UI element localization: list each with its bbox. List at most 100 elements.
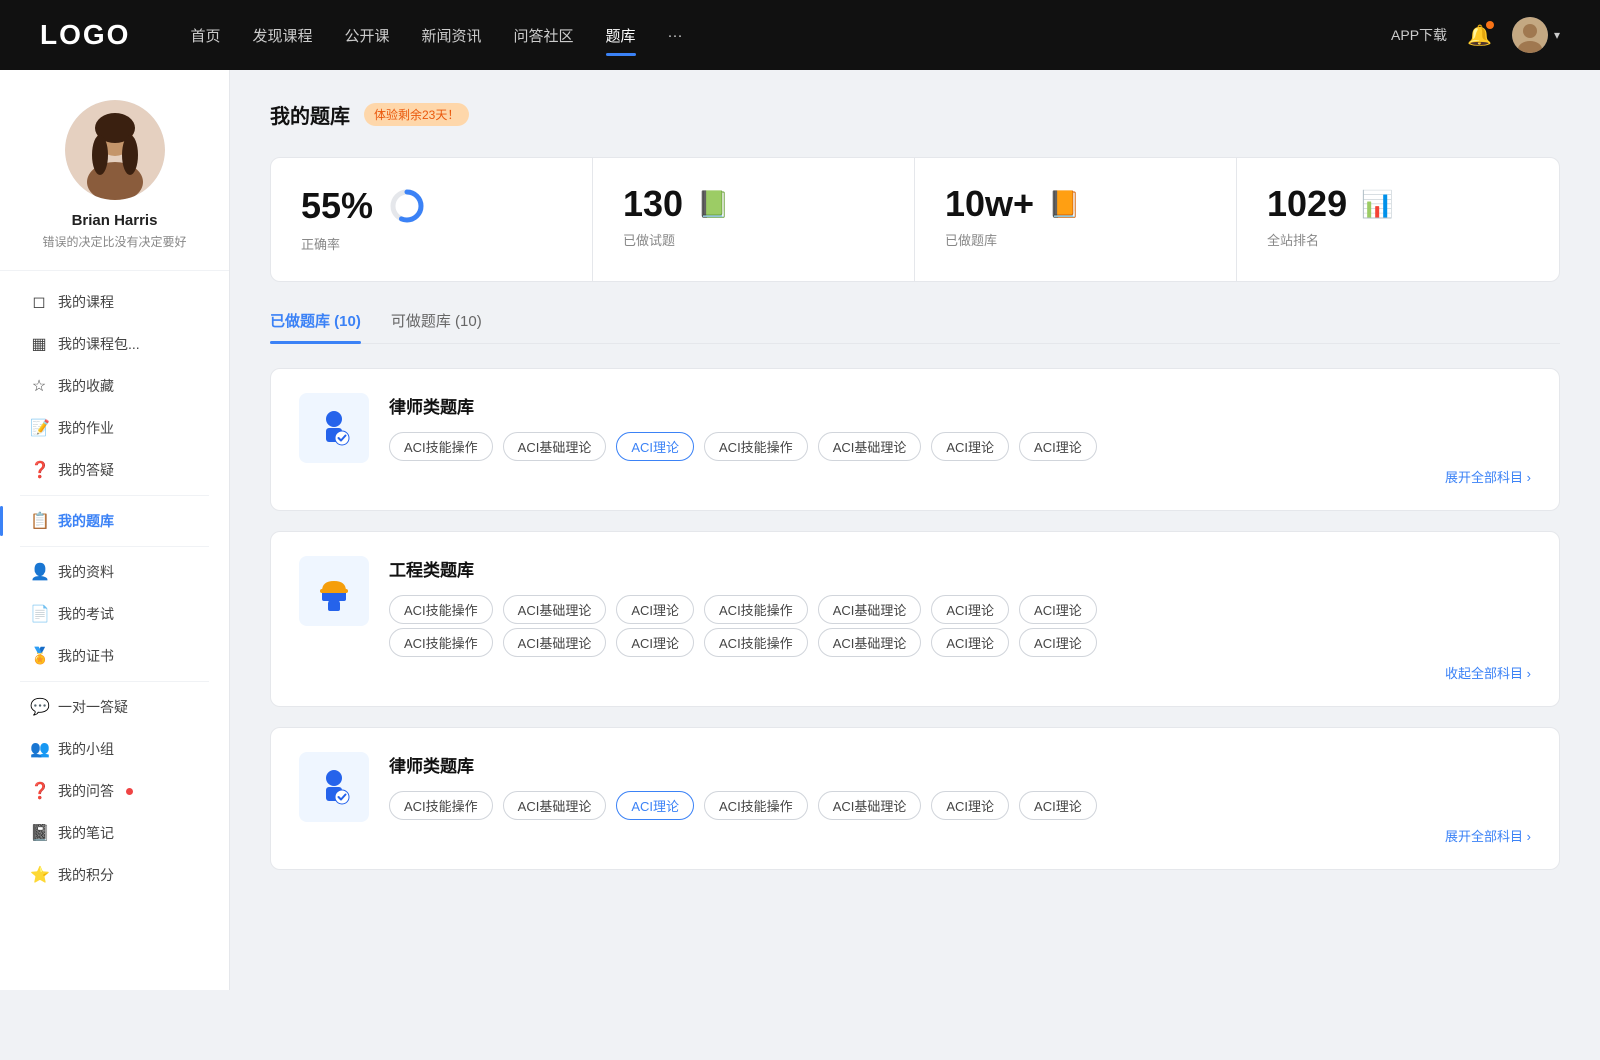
star-icon: ☆ [30, 376, 48, 396]
tag-2b-6[interactable]: ACI理论 [1019, 628, 1097, 657]
tag-1-5[interactable]: ACI理论 [931, 432, 1009, 461]
tag-3-5[interactable]: ACI理论 [931, 791, 1009, 820]
logo[interactable]: LOGO [40, 19, 130, 51]
tag-2a-4[interactable]: ACI基础理论 [818, 595, 922, 624]
tag-2b-3[interactable]: ACI技能操作 [704, 628, 808, 657]
divider-1 [20, 495, 209, 496]
tag-3-2[interactable]: ACI理论 [616, 791, 694, 820]
nav-more[interactable]: ··· [668, 23, 683, 48]
sidebar-item-points[interactable]: ⭐ 我的积分 [0, 854, 229, 896]
tag-2a-0[interactable]: ACI技能操作 [389, 595, 493, 624]
nav-qa[interactable]: 问答社区 [514, 21, 574, 50]
sidebar-item-notes[interactable]: 📓 我的笔记 [0, 812, 229, 854]
sidebar-item-profile[interactable]: 👤 我的资料 [0, 551, 229, 593]
tabs: 已做题库 (10) 可做题库 (10) [270, 310, 1560, 344]
sidebar-label-my-courses: 我的课程 [58, 292, 114, 312]
tab-done-banks[interactable]: 已做题库 (10) [270, 310, 361, 343]
tag-3-1[interactable]: ACI基础理论 [503, 791, 607, 820]
sidebar-item-question-bank[interactable]: 📋 我的题库 [0, 500, 229, 542]
lawyer-icon-wrap-3 [299, 752, 369, 822]
tag-2a-1[interactable]: ACI基础理论 [503, 595, 607, 624]
tag-3-3[interactable]: ACI技能操作 [704, 791, 808, 820]
subject-header-2: 工程类题库 ACI技能操作 ACI基础理论 ACI理论 ACI技能操作 ACI基… [299, 556, 1531, 682]
sidebar-label-tutoring: 一对一答疑 [58, 697, 128, 717]
tag-1-6[interactable]: ACI理论 [1019, 432, 1097, 461]
sidebar-label-my-qa: 我的问答 [58, 781, 114, 801]
tag-1-4[interactable]: ACI基础理论 [818, 432, 922, 461]
main-content: 我的题库 体验剩余23天！ 55% 正确率 [230, 70, 1600, 990]
sidebar-item-course-packages[interactable]: ▦ 我的课程包... [0, 323, 229, 365]
tag-3-0[interactable]: ACI技能操作 [389, 791, 493, 820]
app-download-link[interactable]: APP下载 [1391, 25, 1447, 45]
rank-label: 全站排名 [1267, 230, 1529, 249]
nav-courses[interactable]: 发现课程 [252, 21, 312, 50]
tag-3-4[interactable]: ACI基础理论 [818, 791, 922, 820]
tag-2b-4[interactable]: ACI基础理论 [818, 628, 922, 657]
tag-2b-5[interactable]: ACI理论 [931, 628, 1009, 657]
stat-done-banks: 10w+ 📙 已做题库 [915, 158, 1237, 281]
group-icon: 👥 [30, 739, 48, 759]
sidebar-label-points: 我的积分 [58, 865, 114, 885]
stat-top-done-q: 130 📗 [623, 186, 884, 222]
user-name: Brian Harris [72, 212, 158, 229]
sidebar-label-question-bank: 我的题库 [58, 511, 114, 531]
exam-icon: 📄 [30, 604, 48, 624]
tag-1-2[interactable]: ACI理论 [616, 432, 694, 461]
notes-icon: 📓 [30, 823, 48, 843]
sidebar-item-my-qa[interactable]: ❓ 我的问答 [0, 770, 229, 812]
tags-row-1: ACI技能操作 ACI基础理论 ACI理论 ACI技能操作 ACI基础理论 AC… [389, 432, 1531, 461]
subject-header-1: 律师类题库 ACI技能操作 ACI基础理论 ACI理论 ACI技能操作 ACI基… [299, 393, 1531, 486]
sidebar-label-groups: 我的小组 [58, 739, 114, 759]
nav-question-bank[interactable]: 题库 [606, 21, 636, 50]
done-banks-value: 10w+ [945, 186, 1034, 222]
nav-open-courses[interactable]: 公开课 [344, 21, 389, 50]
user-motto: 错误的决定比没有决定要好 [42, 233, 186, 250]
tag-2a-3[interactable]: ACI技能操作 [704, 595, 808, 624]
sidebar-item-homework[interactable]: 📝 我的作业 [0, 407, 229, 449]
lawyer-icon-wrap-1 [299, 393, 369, 463]
collapse-link-2[interactable]: 收起全部科目 › [389, 663, 1531, 682]
nav-news[interactable]: 新闻资讯 [422, 21, 482, 50]
expand-link-3[interactable]: 展开全部科目 › [389, 826, 1531, 845]
tab-available-banks[interactable]: 可做题库 (10) [391, 310, 482, 343]
subject-body-1: 律师类题库 ACI技能操作 ACI基础理论 ACI理论 ACI技能操作 ACI基… [389, 393, 1531, 486]
stats-row: 55% 正确率 130 📗 已做试题 [270, 157, 1560, 282]
tag-2b-0[interactable]: ACI技能操作 [389, 628, 493, 657]
lawyer-icon-3 [312, 765, 356, 809]
sidebar-item-certificate[interactable]: 🏅 我的证书 [0, 635, 229, 677]
divider-3 [20, 681, 209, 682]
done-questions-value: 130 [623, 186, 683, 222]
sidebar-item-qa[interactable]: ❓ 我的答疑 [0, 449, 229, 491]
my-qa-icon: ❓ [30, 781, 48, 801]
tag-2b-1[interactable]: ACI基础理论 [503, 628, 607, 657]
notification-bell-button[interactable]: 🔔 [1467, 23, 1492, 48]
tag-1-3[interactable]: ACI技能操作 [704, 432, 808, 461]
page-header: 我的题库 体验剩余23天！ [270, 100, 1560, 129]
tags-row-2b: ACI技能操作 ACI基础理论 ACI理论 ACI技能操作 ACI基础理论 AC… [389, 628, 1531, 657]
tag-2a-2[interactable]: ACI理论 [616, 595, 694, 624]
subject-title-2: 工程类题库 [389, 556, 1531, 581]
engineer-icon-wrap [299, 556, 369, 626]
user-profile: Brian Harris 错误的决定比没有决定要好 [0, 100, 229, 271]
tag-2b-2[interactable]: ACI理论 [616, 628, 694, 657]
sidebar-item-exam[interactable]: 📄 我的考试 [0, 593, 229, 635]
chevron-down-icon: ▾ [1554, 28, 1560, 42]
tag-1-1[interactable]: ACI基础理论 [503, 432, 607, 461]
tag-2a-5[interactable]: ACI理论 [931, 595, 1009, 624]
stat-accuracy: 55% 正确率 [271, 158, 593, 281]
sidebar-item-groups[interactable]: 👥 我的小组 [0, 728, 229, 770]
tutor-icon: 💬 [30, 697, 48, 717]
sidebar-item-my-courses[interactable]: ◻ 我的课程 [0, 281, 229, 323]
expand-link-1[interactable]: 展开全部科目 › [389, 467, 1531, 486]
qa-red-dot [126, 788, 133, 795]
nav-home[interactable]: 首页 [190, 21, 220, 50]
tag-3-6[interactable]: ACI理论 [1019, 791, 1097, 820]
tag-1-0[interactable]: ACI技能操作 [389, 432, 493, 461]
tag-2a-6[interactable]: ACI理论 [1019, 595, 1097, 624]
sidebar-item-favorites[interactable]: ☆ 我的收藏 [0, 365, 229, 407]
sidebar-item-tutoring[interactable]: 💬 一对一答疑 [0, 686, 229, 728]
sidebar: Brian Harris 错误的决定比没有决定要好 ◻ 我的课程 ▦ 我的课程包… [0, 70, 230, 990]
sidebar-menu: ◻ 我的课程 ▦ 我的课程包... ☆ 我的收藏 📝 我的作业 ❓ 我的答疑 📋 [0, 281, 229, 896]
subject-title-3: 律师类题库 [389, 752, 1531, 777]
user-menu-button[interactable]: ▾ [1512, 17, 1560, 53]
